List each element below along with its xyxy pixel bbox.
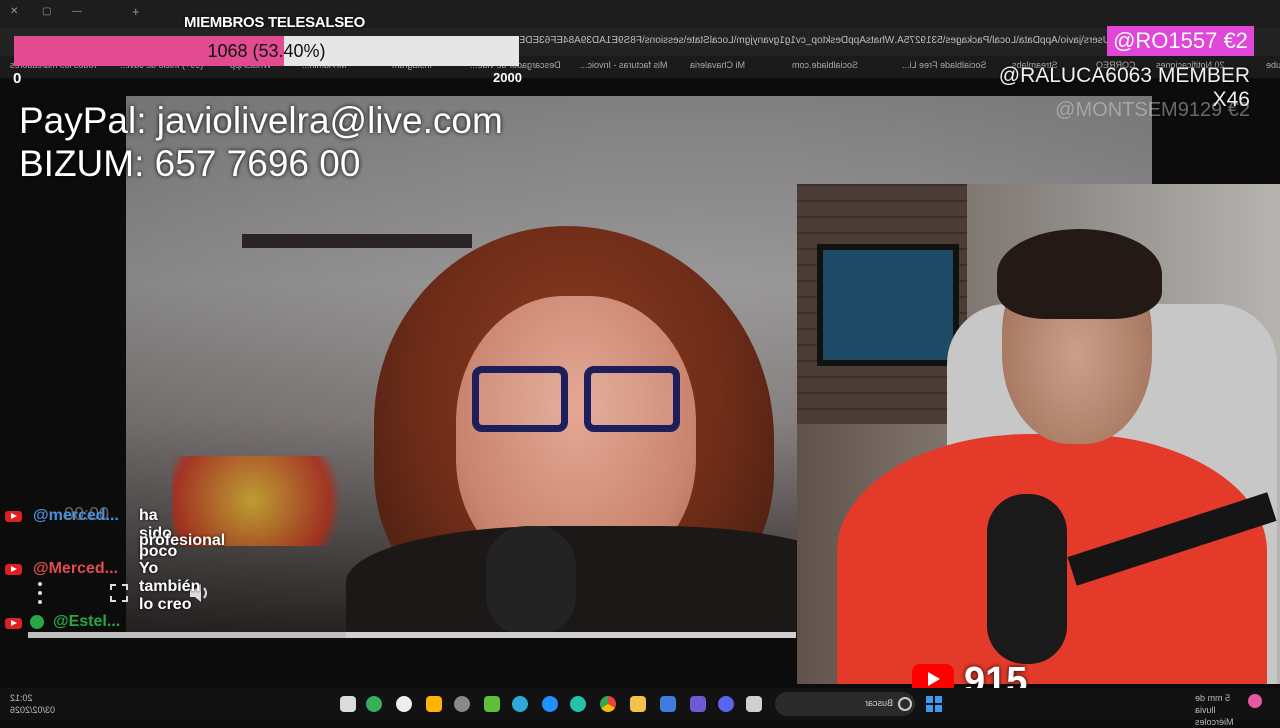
taskbar-clock[interactable]: 20:12 03/02/2026 (10, 692, 58, 716)
guest-body (346, 526, 866, 636)
paypal-info: PayPal: javiolivelra@live.com (19, 100, 503, 141)
weather-icon (1248, 694, 1262, 708)
discord-icon[interactable] (718, 696, 734, 712)
app-icon[interactable] (426, 696, 442, 712)
more-options-icon[interactable] (38, 582, 42, 604)
background-monitor (817, 244, 959, 366)
bookmark-item[interactable]: Socialblade.com (792, 60, 858, 70)
restore-icon[interactable]: ▢ (42, 6, 51, 17)
seekbar-remaining (346, 632, 796, 638)
video-seekbar[interactable] (28, 632, 796, 638)
weather-day: Miércoles (1195, 717, 1234, 727)
member-badge-icon (30, 615, 44, 629)
close-icon[interactable]: ✕ (10, 6, 18, 17)
clock-time: 20:12 (10, 693, 33, 703)
bookmark-item[interactable]: Mis facturas - Invoic... (580, 60, 668, 70)
edge-icon[interactable] (570, 696, 586, 712)
search-icon (898, 697, 912, 711)
goal-max-label: 2000 (493, 70, 522, 85)
search-label: Buscar (865, 698, 894, 708)
chat-username: @merced... (33, 507, 119, 524)
seekbar-played (28, 632, 346, 638)
previous-donation-alert: @MONTSEM9129 €2 (1055, 99, 1250, 121)
fullscreen-icon[interactable] (110, 584, 128, 602)
folder-icon[interactable] (630, 696, 646, 712)
app-icon[interactable] (454, 696, 470, 712)
app-icon[interactable] (396, 696, 412, 712)
chat-message-line: profesional (139, 532, 226, 549)
streamer-webcam (797, 184, 1280, 684)
bookmark-item[interactable]: YouTube (1266, 60, 1280, 70)
app-icon[interactable] (484, 696, 500, 712)
weather-text: 5 mm de lluvia (1195, 693, 1231, 715)
youtube-icon (5, 511, 22, 522)
goal-progress-text: 1068 (53.40%) (207, 41, 326, 61)
goal-title: MIEMBROS TELESALSEO (184, 14, 365, 31)
chat-username: @Estel... (53, 613, 121, 630)
streamer-hair (997, 229, 1162, 319)
app-icon[interactable] (512, 696, 528, 712)
whatsapp-icon[interactable] (366, 696, 382, 712)
glasses (472, 366, 682, 446)
streamer-microphone (987, 494, 1067, 664)
taskbar-search[interactable] (775, 692, 915, 716)
youtube-icon (5, 564, 22, 575)
chrome-icon[interactable] (600, 696, 616, 712)
chat-message-line: Yo también lo creo (139, 560, 201, 613)
youtube-icon (5, 618, 22, 629)
app-icon[interactable] (746, 696, 762, 712)
shelf (242, 234, 472, 248)
address-path: Users\javio\AppData\Local\Packages\53192… (520, 35, 1110, 46)
store-icon[interactable] (660, 696, 676, 712)
chat-username: @Merced... (33, 560, 118, 577)
clock-date: 03/02/2026 (10, 705, 56, 715)
windows-start-icon[interactable] (926, 696, 942, 712)
teams-icon[interactable] (690, 696, 706, 712)
taskbar-weather[interactable]: 5 mm de lluvia Miércoles (1195, 692, 1253, 728)
goal-progress-bar: 1068 (53.40%) (14, 36, 519, 66)
bizum-info: BIZUM: 657 7696 00 (19, 143, 361, 184)
app-icon[interactable] (340, 696, 356, 712)
guest-microphone (486, 526, 576, 636)
new-tab-icon[interactable]: + (132, 4, 140, 19)
donation-alert: @RO1557 €2 (1107, 26, 1254, 56)
app-icon[interactable] (542, 696, 558, 712)
taskbar: 20:12 03/02/2026 Buscar 5 mm de lluvia M… (0, 688, 1280, 727)
bookmark-item[interactable]: Mi Chavaleria (690, 60, 745, 70)
goal-min-label: 0 (13, 70, 22, 87)
minimize-icon[interactable]: — (72, 6, 82, 17)
